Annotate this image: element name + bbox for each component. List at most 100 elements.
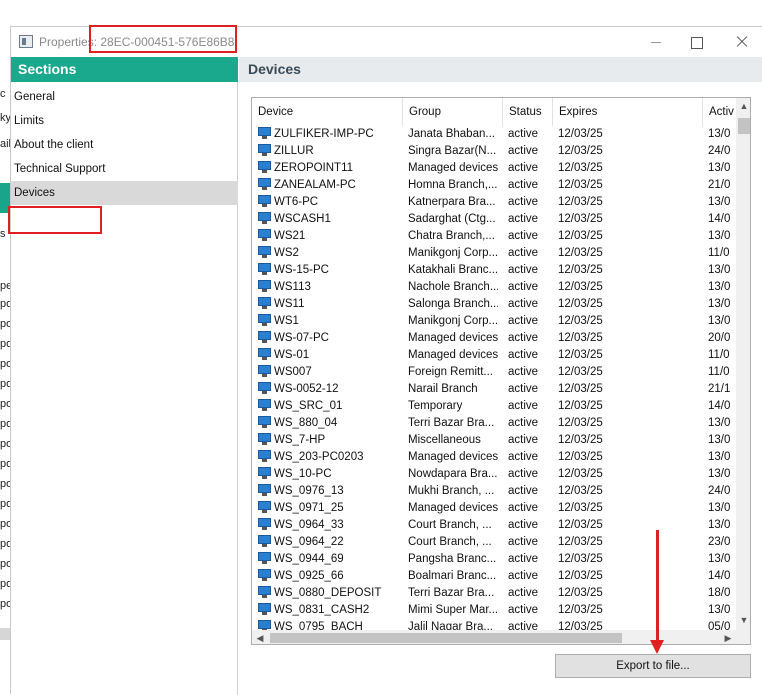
horizontal-scroll-thumb[interactable] bbox=[270, 633, 622, 643]
sidebar-item-limits[interactable]: Limits bbox=[11, 109, 238, 133]
column-header-active[interactable]: Activ bbox=[703, 98, 736, 126]
expires-cell: 12/03/25 bbox=[558, 230, 603, 242]
table-row[interactable]: WS_0925_66 Boalmari Branc... active 12/03/2… bbox=[252, 568, 736, 585]
table-row[interactable]: WS-0052-12 Narail Branch active 12/03/25 21/… bbox=[252, 381, 736, 398]
monitor-icon bbox=[258, 501, 271, 513]
title-id-annotation-box bbox=[89, 25, 237, 53]
column-header-group[interactable]: Group bbox=[403, 98, 503, 126]
scroll-right-icon[interactable]: ▶ bbox=[720, 630, 736, 644]
table-row[interactable]: WT6-PC Katnerpara Bra... active 12/03/25 13/… bbox=[252, 194, 736, 211]
column-header-expires[interactable]: Expires bbox=[553, 98, 703, 126]
column-header-status[interactable]: Status bbox=[503, 98, 553, 126]
device-name: WS_0831_CASH2 bbox=[274, 604, 370, 616]
expires-cell: 12/03/25 bbox=[558, 162, 603, 174]
vertical-scrollbar[interactable]: ▲ ▼ bbox=[736, 98, 750, 630]
status-cell: active bbox=[508, 553, 539, 565]
monitor-icon bbox=[258, 229, 271, 241]
monitor-icon bbox=[258, 314, 271, 326]
table-row[interactable]: WS_0880_DEPOSIT Terri Bazar Bra... active 1… bbox=[252, 585, 736, 602]
sidebar-item-technical-support[interactable]: Technical Support bbox=[11, 157, 238, 181]
background-text-fragment: po bbox=[0, 538, 10, 550]
table-row[interactable]: WS2 Manikgonj Corp... active 12/03/25 11/0 bbox=[252, 245, 736, 262]
expires-cell: 12/03/25 bbox=[558, 213, 603, 225]
device-cell: WS_0831_CASH2 bbox=[258, 602, 403, 619]
table-row[interactable]: WSCASH1 Sadarghat (Ctg... active 12/03/25 14… bbox=[252, 211, 736, 228]
sidebar-item-about-the-client[interactable]: About the client bbox=[11, 133, 238, 157]
table-row[interactable]: WS_0795_BACH Jalil Nagar Bra... active 12/0… bbox=[252, 619, 736, 630]
monitor-icon bbox=[258, 263, 271, 275]
export-to-file-button[interactable]: Export to file... bbox=[555, 654, 751, 678]
title-bar: Properties: 28EC-000451-576E86B8 bbox=[11, 25, 762, 57]
group-cell: Pangsha Branc... bbox=[408, 553, 497, 565]
device-name: WS_10-PC bbox=[274, 468, 332, 480]
table-row[interactable]: WS_880_04 Terri Bazar Bra... active 12/03/2… bbox=[252, 415, 736, 432]
table-row[interactable]: WS11 Salonga Branch... active 12/03/25 13/0 bbox=[252, 296, 736, 313]
active-cell: 13/0 bbox=[708, 451, 731, 463]
table-row[interactable]: WS_SRC_01 Temporary active 12/03/25 14/0 bbox=[252, 398, 736, 415]
sidebar-item-devices[interactable]: Devices bbox=[11, 181, 238, 205]
group-cell: Miscellaneous bbox=[408, 434, 481, 446]
background-app-scrollbar bbox=[0, 628, 10, 640]
table-row[interactable]: ZEROPOINT11 Managed devices active 12/03/25… bbox=[252, 160, 736, 177]
device-cell: ZEROPOINT11 bbox=[258, 160, 403, 177]
device-name: WS-01 bbox=[274, 349, 310, 361]
table-row[interactable]: WS_203-PC0203 Managed devices active 12/03/… bbox=[252, 449, 736, 466]
sidebar-item-general[interactable]: General bbox=[11, 85, 238, 109]
status-cell: active bbox=[508, 417, 539, 429]
status-cell: active bbox=[508, 162, 539, 174]
monitor-icon bbox=[258, 348, 271, 360]
monitor-icon bbox=[258, 450, 271, 462]
background-text-fragment: po bbox=[0, 358, 10, 370]
expires-cell: 12/03/25 bbox=[558, 621, 603, 630]
monitor-icon bbox=[258, 620, 271, 630]
device-name: WS_880_04 bbox=[274, 417, 338, 429]
table-row[interactable]: WS_0831_CASH2 Mimi Super Mar... active 12/0… bbox=[252, 602, 736, 619]
maximize-button[interactable] bbox=[681, 31, 711, 53]
table-row[interactable]: WS_0964_33 Court Branch, ... active 12/03/2… bbox=[252, 517, 736, 534]
status-cell: active bbox=[508, 468, 539, 480]
background-text-fragment: ky bbox=[0, 112, 10, 124]
table-row[interactable]: WS113 Nachole Branch... active 12/03/25 13/0 bbox=[252, 279, 736, 296]
monitor-icon bbox=[258, 433, 271, 445]
table-row[interactable]: WS_0976_13 Mukhi Branch, ... active 12/03/2… bbox=[252, 483, 736, 500]
monitor-icon bbox=[258, 552, 271, 564]
device-name: WS_7-HP bbox=[274, 434, 326, 446]
group-cell: Jalil Nagar Bra... bbox=[408, 621, 494, 630]
table-row[interactable]: WS21 Chatra Branch,... active 12/03/25 13/0 bbox=[252, 228, 736, 245]
active-cell: 18/0 bbox=[708, 587, 731, 599]
table-row[interactable]: WS007 Foreign Remitt... active 12/03/25 11/0 bbox=[252, 364, 736, 381]
active-cell: 21/0 bbox=[708, 179, 731, 191]
scroll-left-icon[interactable]: ◀ bbox=[252, 630, 268, 644]
status-cell: active bbox=[508, 621, 539, 630]
device-cell: WSCASH1 bbox=[258, 211, 403, 228]
vertical-scroll-thumb[interactable] bbox=[738, 118, 750, 134]
scroll-down-icon[interactable]: ▼ bbox=[736, 612, 750, 628]
table-row[interactable]: WS_0944_69 Pangsha Branc... active 12/03/25… bbox=[252, 551, 736, 568]
table-row[interactable]: WS_10-PC Nowdapara Bra... active 12/03/25 13… bbox=[252, 466, 736, 483]
table-row[interactable]: ZANEALAM-PC Homna Branch,... active 12/03/2… bbox=[252, 177, 736, 194]
table-row[interactable]: ZULFIKER-IMP-PC Janata Bhaban... active 12/… bbox=[252, 126, 736, 143]
table-row[interactable]: WS_7-HP Miscellaneous active 12/03/25 13/0 bbox=[252, 432, 736, 449]
status-cell: active bbox=[508, 604, 539, 616]
close-button[interactable] bbox=[726, 31, 756, 53]
monitor-icon bbox=[258, 484, 271, 496]
expires-cell: 12/03/25 bbox=[558, 298, 603, 310]
group-cell: Chatra Branch,... bbox=[408, 230, 495, 242]
minimize-button[interactable] bbox=[641, 31, 671, 53]
table-row[interactable]: ZILLUR Singra Bazar(N... active 12/03/25 24/… bbox=[252, 143, 736, 160]
expires-cell: 12/03/25 bbox=[558, 179, 603, 191]
group-cell: Managed devices bbox=[408, 162, 498, 174]
group-cell: Terri Bazar Bra... bbox=[408, 587, 495, 599]
group-cell: Mimi Super Mar... bbox=[408, 604, 498, 616]
table-row[interactable]: WS_0971_25 Managed devices active 12/03/25 1… bbox=[252, 500, 736, 517]
device-name: WS-07-PC bbox=[274, 332, 329, 344]
active-cell: 13/0 bbox=[708, 553, 731, 565]
device-cell: WS-07-PC bbox=[258, 330, 403, 347]
table-row[interactable]: WS-01 Managed devices active 12/03/25 11/0 bbox=[252, 347, 736, 364]
table-row[interactable]: WS-15-PC Katakhali Branc... active 12/03/25… bbox=[252, 262, 736, 279]
column-header-device[interactable]: Device bbox=[252, 98, 403, 126]
table-row[interactable]: WS_0964_22 Court Branch, ... active 12/03/2… bbox=[252, 534, 736, 551]
scroll-up-icon[interactable]: ▲ bbox=[736, 98, 750, 114]
table-row[interactable]: WS-07-PC Managed devices active 12/03/25 20/… bbox=[252, 330, 736, 347]
table-row[interactable]: WS1 Manikgonj Corp... active 12/03/25 13/0 bbox=[252, 313, 736, 330]
